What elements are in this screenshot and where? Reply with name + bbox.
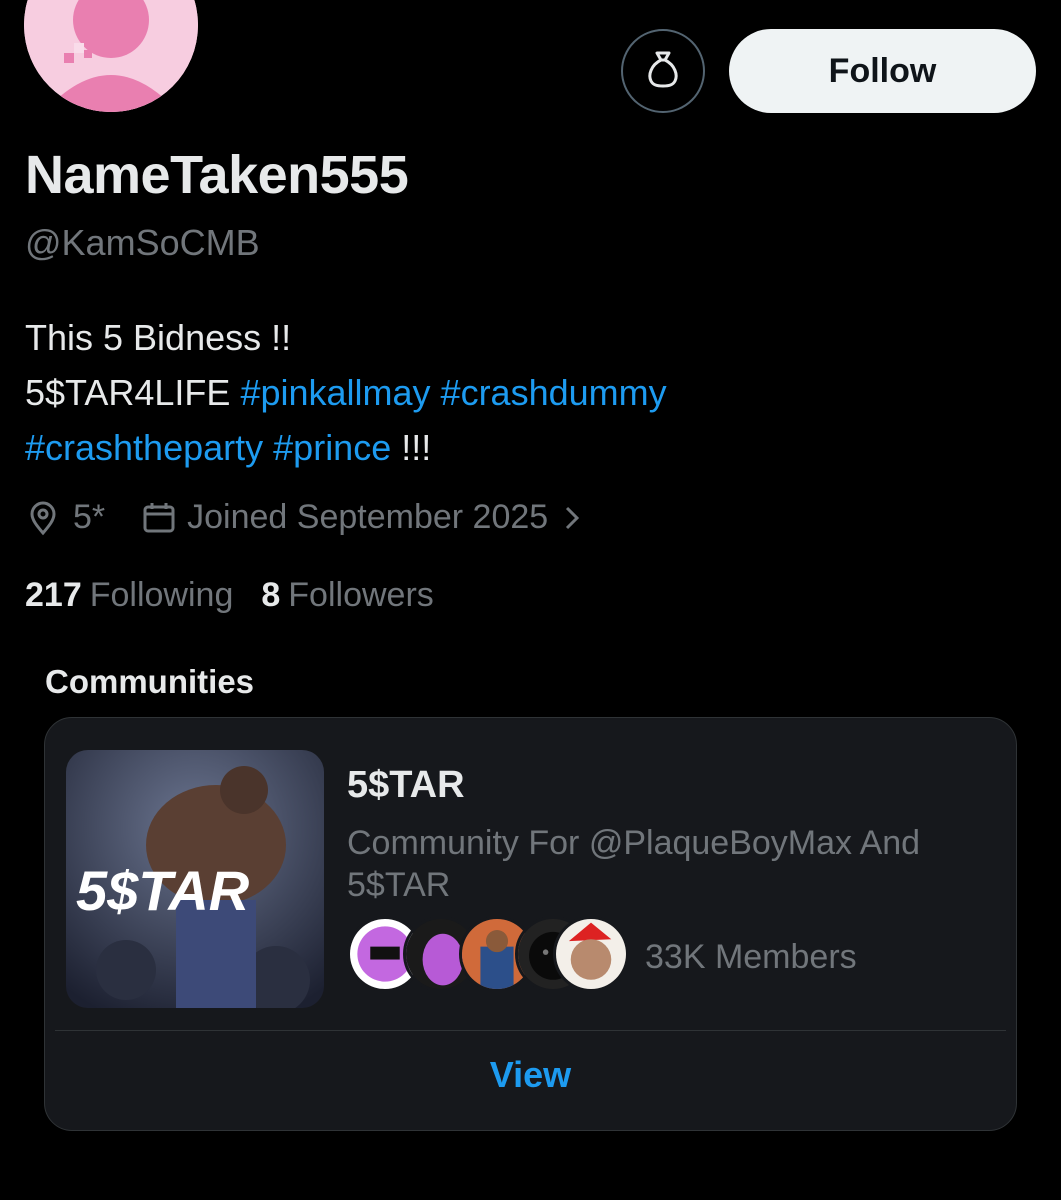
- community-image-logo: 5$TAR: [76, 859, 250, 922]
- location-item: 5*: [25, 498, 105, 537]
- followers-count: 8: [261, 576, 281, 614]
- bio-text: 5$TAR4LIFE: [25, 372, 231, 413]
- joined-text: Joined September 2025: [187, 498, 549, 536]
- profile-meta: 5* Joined September 2025: [25, 498, 582, 537]
- following-count: 217: [25, 576, 82, 614]
- joined-item[interactable]: Joined September 2025: [141, 498, 582, 537]
- location-pin-icon: [25, 500, 61, 536]
- bio-text: !!!: [401, 427, 432, 468]
- followers-label: Followers: [288, 576, 434, 614]
- calendar-icon: [141, 500, 177, 536]
- bio-line: 5$TAR4LIFE #pinkallmay #crashdummy: [25, 365, 1025, 420]
- user-handle: @KamSoCMB: [25, 222, 260, 263]
- card-divider: [55, 1030, 1006, 1031]
- community-name: 5$TAR: [347, 764, 465, 806]
- community-card[interactable]: 5$TAR 5$TAR Community For @PlaqueBoyMax …: [44, 717, 1017, 1131]
- view-community-button[interactable]: View: [45, 1054, 1016, 1096]
- bio-line: #crashtheparty #prince !!!: [25, 420, 1025, 475]
- display-name: NameTaken555: [25, 145, 409, 205]
- hashtag-link[interactable]: #crashdummy: [441, 372, 667, 413]
- member-avatar: [553, 916, 629, 992]
- following-link[interactable]: 217 Following: [25, 576, 233, 615]
- bio-line: This 5 Bidness !!: [25, 317, 292, 358]
- chevron-right-icon: [562, 503, 582, 533]
- location-text: 5*: [73, 498, 106, 536]
- hashtag-link[interactable]: #pinkallmay: [240, 372, 430, 413]
- followers-link[interactable]: 8 Followers: [261, 576, 433, 615]
- hashtag-link[interactable]: #crashtheparty: [25, 427, 263, 468]
- profile-avatar[interactable]: [24, 0, 198, 112]
- community-member-count: 33K Members: [645, 938, 857, 976]
- following-label: Following: [89, 576, 234, 614]
- member-avatars: [347, 916, 629, 996]
- profile-bio: This 5 Bidness !! 5$TAR4LIFE #pinkallmay…: [25, 310, 1025, 475]
- money-bag-icon: [643, 49, 683, 94]
- follow-stats: 217 Following 8 Followers: [25, 576, 462, 615]
- communities-heading: Communities: [45, 663, 255, 700]
- tip-button[interactable]: [621, 29, 705, 113]
- follow-button[interactable]: Follow: [729, 29, 1036, 113]
- hashtag-link[interactable]: #prince: [273, 427, 391, 468]
- community-description: Community For @PlaqueBoyMax And 5$TAR: [347, 824, 921, 904]
- community-image: 5$TAR: [66, 750, 324, 1008]
